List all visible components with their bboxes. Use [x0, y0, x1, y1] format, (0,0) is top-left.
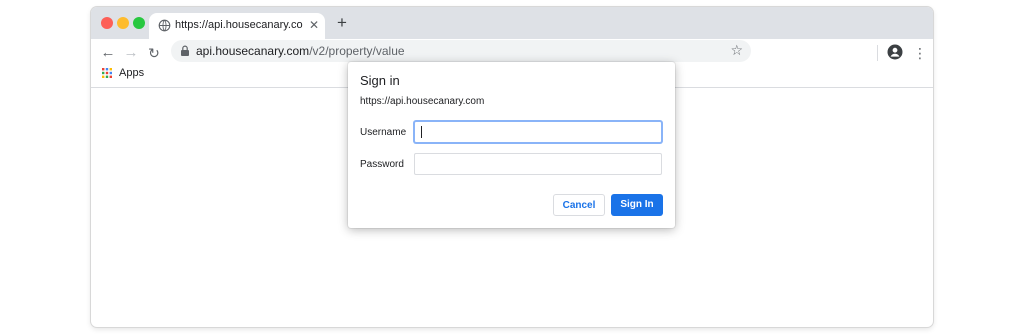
password-field[interactable] — [414, 153, 662, 175]
apps-grid-icon[interactable] — [102, 68, 112, 78]
account-icon[interactable] — [887, 44, 903, 60]
globe-icon — [158, 19, 171, 32]
sign-in-dialog: Sign in https://api.housecanary.com User… — [348, 62, 675, 228]
username-field[interactable] — [414, 121, 662, 143]
zoom-window-button[interactable] — [133, 17, 145, 29]
plus-icon[interactable]: + — [333, 14, 351, 32]
star-icon[interactable]: ☆ — [730, 42, 743, 59]
toolbar-divider — [877, 45, 878, 61]
text-caret — [421, 126, 422, 138]
url-path: /v2/property/value — [309, 44, 405, 58]
close-window-button[interactable] — [101, 17, 113, 29]
kebab-menu-icon[interactable]: ⋮ — [913, 43, 927, 63]
reload-icon[interactable]: ↻ — [145, 44, 163, 62]
tab-title: https://api.housecanary.com/v2/property/… — [175, 19, 303, 31]
password-label: Password — [360, 159, 404, 170]
minimize-window-button[interactable] — [117, 17, 129, 29]
arrow-left-icon[interactable]: ← — [99, 44, 117, 62]
dialog-title: Sign in — [360, 73, 400, 88]
arrow-right-icon[interactable]: → — [122, 44, 140, 62]
tab-strip: https://api.housecanary.com/v2/property/… — [91, 7, 933, 39]
lock-icon — [181, 45, 189, 56]
address-bar[interactable]: api.housecanary.com/v2/property/value ☆ — [171, 40, 751, 62]
url-text: api.housecanary.com/v2/property/value — [196, 44, 405, 58]
active-tab[interactable]: https://api.housecanary.com/v2/property/… — [149, 13, 325, 39]
close-icon[interactable]: ✕ — [307, 18, 321, 32]
apps-bookmark[interactable]: Apps — [119, 67, 144, 79]
cancel-button[interactable]: Cancel — [553, 194, 605, 216]
username-label: Username — [360, 127, 407, 138]
sign-in-button[interactable]: Sign In — [611, 194, 663, 216]
dialog-origin: https://api.housecanary.com — [360, 96, 485, 107]
url-host: api.housecanary.com — [196, 44, 310, 58]
